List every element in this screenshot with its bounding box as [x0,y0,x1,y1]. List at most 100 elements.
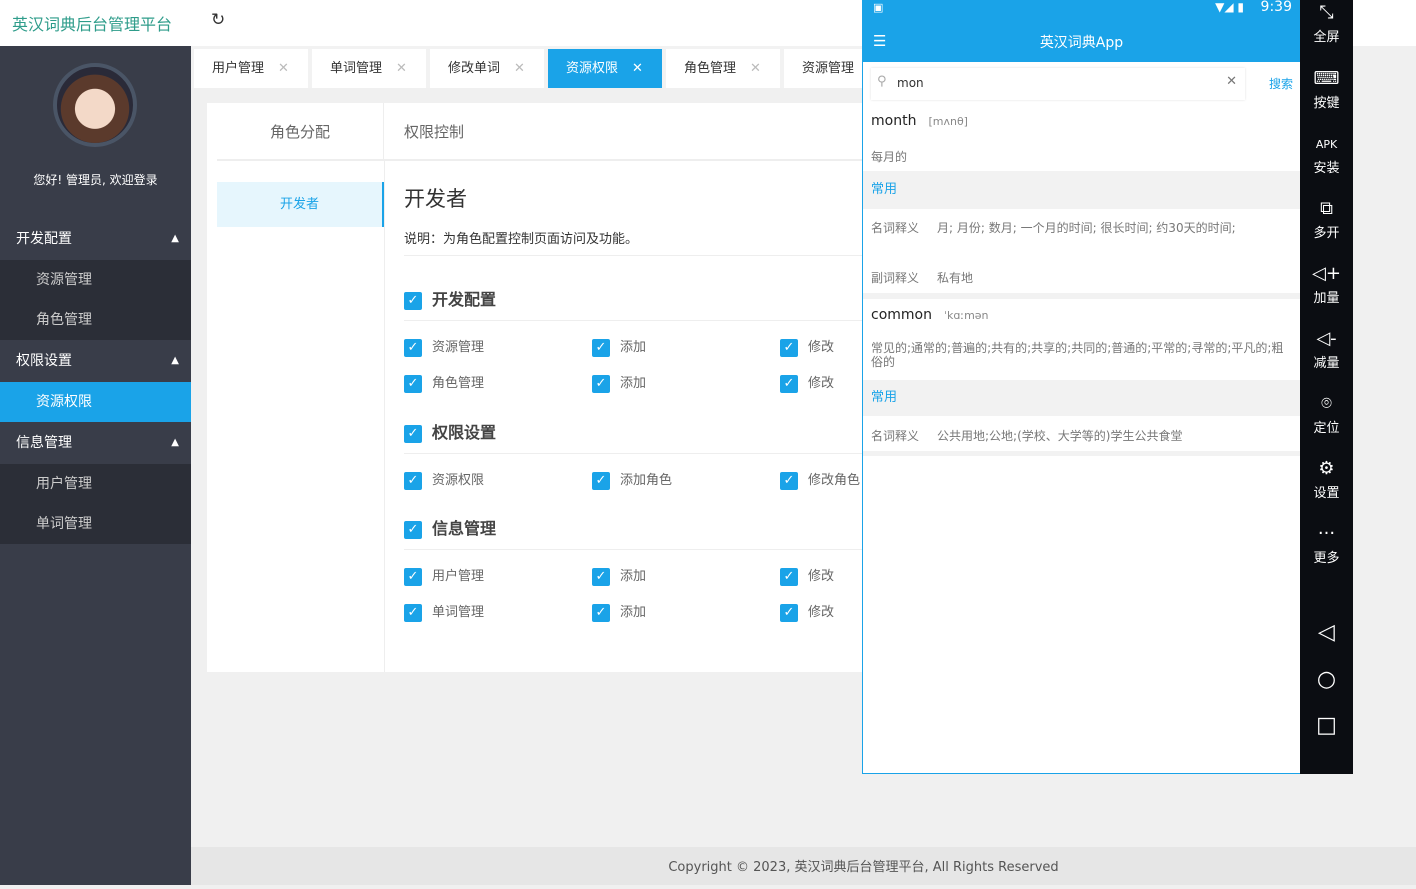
checkbox-checked-icon[interactable]: ✓ [780,603,798,622]
close-icon[interactable]: ✕ [396,61,407,76]
def-label: 名词释义 [871,429,920,443]
perm-label: 添加角色 [620,473,673,488]
install-apk-button[interactable]: APK 安装 [1300,133,1353,176]
result-word-row[interactable]: common ˈkɑːmən [863,307,1300,323]
volume-down-button[interactable]: ◁- 减量 [1300,328,1353,371]
tab-label: 资源管理 [802,61,855,76]
checkbox-checked-icon[interactable]: ✓ [592,374,610,393]
perm-checkbox[interactable]: ✓ 修改 [780,565,834,586]
more-button[interactable]: ··· 更多 [1300,523,1353,566]
perm-checkbox[interactable]: ✓ 资源管理 [404,336,484,357]
result-summary: 常见的;通常的;普遍的;共有的;共享的;共同的;普通的;平常的;寻常的;平凡的;… [871,341,1284,369]
sidebar-item-resource-manage[interactable]: 资源管理 [0,260,191,300]
sidebar-item-resource-permission[interactable]: 资源权限 [0,382,191,422]
perm-label: 修改 [808,569,835,584]
checkbox-checked-icon[interactable]: ✓ [404,471,422,490]
emulator-toolbar: ⤡ 全屏 ⌨ 按键 APK 安装 ⧉ 多开 ◁+ 加量 ◁- 减量 ⌾ 定位 ⚙ 设置 ··· 更… [1300,0,1353,774]
fullscreen-button[interactable]: ⤡ 全屏 [1300,2,1353,45]
perm-label: 添加 [620,605,647,620]
checkbox-checked-icon[interactable]: ✓ [592,471,610,490]
tab-label: 角色管理 [684,61,737,76]
perm-checkbox[interactable]: ✓ 修改 [780,336,834,357]
perm-checkbox[interactable]: ✓ 用户管理 [404,565,484,586]
tab-word-manage[interactable]: 单词管理 ✕ [312,49,426,88]
perm-checkbox[interactable]: ✓ 单词管理 [404,601,484,622]
perm-label: 修改 [808,340,835,355]
perm-checkbox[interactable]: ✓ 角色管理 [404,372,484,393]
tab-user-manage[interactable]: 用户管理 ✕ [194,49,308,88]
checkbox-checked-icon[interactable]: ✓ [780,338,798,357]
perm-checkbox[interactable]: ✓ 修改角色 [780,469,860,490]
checkbox-checked-icon[interactable]: ✓ [404,374,422,393]
search-input[interactable]: ⚲ mon ✕ [871,68,1245,100]
sidebar-item-word-manage[interactable]: 单词管理 [0,504,191,544]
section-info[interactable]: ✓ 信息管理 [404,515,496,539]
multi-instance-button[interactable]: ⧉ 多开 [1300,198,1353,241]
perm-checkbox[interactable]: ✓ 修改 [780,601,834,622]
app-logo-title: 英汉词典后台管理平台 [12,15,173,34]
perm-checkbox[interactable]: ✓ 添加 [592,565,646,586]
close-icon[interactable]: ✕ [750,61,761,76]
section-permission[interactable]: ✓ 权限设置 [404,419,496,443]
keys-button[interactable]: ⌨ 按键 [1300,68,1353,111]
divider [384,161,385,672]
checkbox-checked-icon[interactable]: ✓ [592,567,610,586]
checkbox-checked-icon[interactable]: ✓ [780,471,798,490]
welcome-text: 您好! 管理员, 欢迎登录 [33,173,158,187]
search-button[interactable]: 搜索 [1269,75,1293,92]
perm-checkbox[interactable]: ✓ 修改 [780,372,834,393]
checkbox-checked-icon[interactable]: ✓ [780,567,798,586]
tab-edit-word[interactable]: 修改单词 ✕ [430,49,544,88]
tab-resource-permission[interactable]: 资源权限 ✕ [548,49,662,88]
tab-permission-control[interactable]: 权限控制 [384,103,907,161]
perm-label: 添加 [620,340,647,355]
volume-up-button[interactable]: ◁+ 加量 [1300,263,1353,306]
perm-checkbox[interactable]: ✓ 添加 [592,601,646,622]
sidebar-group-permission[interactable]: 权限设置 ▲ [0,340,191,382]
tool-label: 减量 [1313,356,1340,371]
clear-icon[interactable]: ✕ [1226,74,1237,89]
close-icon[interactable]: ✕ [278,61,289,76]
perm-checkbox[interactable]: ✓ 添加 [592,336,646,357]
tab-role-manage[interactable]: 角色管理 ✕ [666,49,780,88]
close-icon[interactable]: ✕ [632,61,643,76]
checkbox-checked-icon[interactable]: ✓ [780,374,798,393]
back-icon[interactable]: ◁ [1300,620,1353,645]
sidebar-item-role-manage[interactable]: 角色管理 [0,300,191,340]
sidebar-group-dev-config[interactable]: 开发配置 ▲ [0,218,191,260]
section-dev-config[interactable]: ✓ 开发配置 [404,286,496,310]
search-value: mon [897,76,924,90]
close-icon[interactable]: ✕ [514,61,525,76]
checkbox-checked-icon[interactable]: ✓ [404,567,422,586]
refresh-icon[interactable]: ↻ [211,10,225,30]
sidebar-item-user-manage[interactable]: 用户管理 [0,464,191,504]
checkbox-checked-icon[interactable]: ✓ [404,338,422,357]
home-icon[interactable]: ○ [1300,667,1353,692]
caret-up-icon: ▲ [171,355,179,366]
checkbox-checked-icon[interactable]: ✓ [404,291,422,310]
perm-checkbox[interactable]: ✓ 添加角色 [592,469,672,490]
perm-checkbox[interactable]: ✓ 资源权限 [404,469,484,490]
checkbox-checked-icon[interactable]: ✓ [404,603,422,622]
section-title: 开发配置 [432,290,497,309]
group-label: 开发配置 [16,231,72,247]
def-text: 公共用地;公地;(学校、大学等的)学生公共食堂 [937,429,1183,443]
settings-button[interactable]: ⚙ 设置 [1300,458,1353,501]
multi-window-icon: ⧉ [1320,198,1333,219]
role-item-developer[interactable]: 开发者 [217,182,384,227]
result-summary: 每月的 [871,150,908,164]
divider [404,453,907,454]
location-button[interactable]: ⌾ 定位 [1300,393,1353,436]
status-time: 9:39 [1260,0,1292,15]
checkbox-checked-icon[interactable]: ✓ [592,603,610,622]
sidebar-group-info[interactable]: 信息管理 ▲ [0,422,191,464]
checkbox-checked-icon[interactable]: ✓ [404,424,422,443]
recents-icon[interactable]: □ [1300,713,1353,738]
separator [863,293,1300,299]
phonetic: [mʌnθ] [928,115,968,128]
result-word-row[interactable]: month [mʌnθ] [863,113,1300,129]
tab-role-assign[interactable]: 角色分配 [217,103,384,161]
checkbox-checked-icon[interactable]: ✓ [404,520,422,539]
perm-checkbox[interactable]: ✓ 添加 [592,372,646,393]
checkbox-checked-icon[interactable]: ✓ [592,338,610,357]
